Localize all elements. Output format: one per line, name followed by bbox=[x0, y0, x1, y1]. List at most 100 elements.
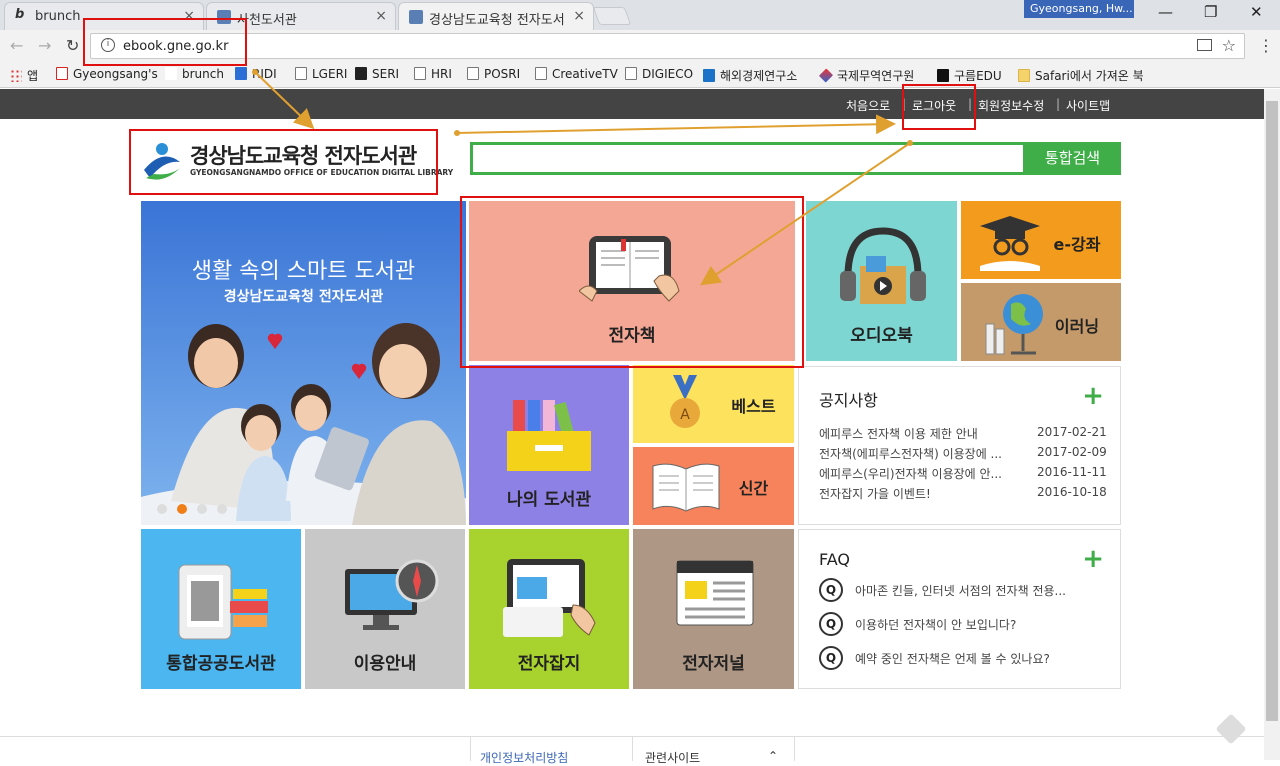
folder-icon bbox=[1018, 69, 1030, 82]
bookmark-seri[interactable]: SERI bbox=[355, 67, 399, 81]
emagazine-tile[interactable]: 전자잡지 bbox=[469, 529, 629, 689]
apps-grid-icon bbox=[10, 69, 22, 82]
carousel-dot[interactable] bbox=[197, 504, 207, 514]
bookmark-hri[interactable]: HRI bbox=[414, 67, 452, 81]
bookmark-posri[interactable]: POSRI bbox=[467, 67, 520, 81]
ejournal-tile[interactable]: 전자저널 bbox=[633, 529, 794, 689]
arrow-logo-to-logout bbox=[456, 114, 896, 135]
star-icon[interactable]: ☆ bbox=[1222, 36, 1236, 55]
search-input[interactable] bbox=[470, 142, 1026, 175]
profile-button[interactable]: Gyeongsang, Hw... bbox=[1024, 0, 1134, 18]
public-library-tile[interactable]: 통합공공도서관 bbox=[141, 529, 301, 689]
family-illustration bbox=[141, 323, 466, 525]
scrollbar-thumb[interactable] bbox=[1266, 101, 1278, 721]
bookmark-digieco[interactable]: DIGIECO bbox=[625, 67, 693, 81]
page-icon bbox=[535, 67, 547, 80]
bookmark-gyeongsang[interactable]: Gyeongsang's bbox=[56, 67, 158, 81]
hero-title: 생활 속의 스마트 도서관 bbox=[191, 259, 416, 284]
page-scrollbar[interactable] bbox=[1264, 89, 1280, 760]
ridi-icon bbox=[235, 67, 247, 80]
bookmark-brunch[interactable]: brunch bbox=[165, 67, 224, 81]
search-button[interactable]: 통합검색 bbox=[1024, 142, 1121, 175]
bookmark-creativetv[interactable]: CreativeTV bbox=[535, 67, 618, 81]
carousel-dot[interactable] bbox=[157, 504, 167, 514]
home-link[interactable]: 처음으로 bbox=[846, 97, 890, 114]
q-badge-icon: Q bbox=[819, 646, 843, 670]
page-icon bbox=[414, 67, 426, 80]
best-tile[interactable]: A 베스트 bbox=[633, 365, 794, 443]
my-library-label: 나의 도서관 bbox=[506, 490, 592, 510]
guide-tile[interactable]: 이용안내 bbox=[305, 529, 465, 689]
site-footer: 개인정보처리방침 관련사이트 ⌃ bbox=[0, 736, 1264, 765]
emagazine-label: 전자잡지 bbox=[517, 654, 581, 674]
brunch-icon: b bbox=[15, 7, 25, 22]
page-icon bbox=[409, 10, 423, 24]
bookmark-gureum-edu[interactable]: 구름EDU bbox=[937, 67, 1002, 84]
annotation-box-url bbox=[83, 18, 247, 66]
edit-profile-link[interactable]: 회원정보수정 bbox=[978, 97, 1044, 114]
bookmark-lgeri[interactable]: LGERI bbox=[295, 67, 347, 81]
minimize-icon[interactable]: — bbox=[1158, 3, 1173, 21]
carousel-dot-active[interactable] bbox=[177, 504, 187, 514]
privacy-policy-link[interactable]: 개인정보처리방침 bbox=[480, 749, 568, 766]
sitemap-link[interactable]: 사이트맵 bbox=[1066, 97, 1110, 114]
bookmark-overseas-econ[interactable]: 해외경제연구소 bbox=[703, 67, 797, 84]
notice-title: 공지사항 bbox=[819, 391, 878, 410]
chevron-up-icon[interactable]: ⌃ bbox=[768, 749, 778, 763]
annotation-box-logout bbox=[902, 84, 976, 130]
faq-more-icon[interactable]: + bbox=[1082, 544, 1104, 574]
compass-monitor-icon bbox=[345, 559, 439, 630]
back-icon[interactable]: ← bbox=[10, 36, 23, 55]
footer-divider bbox=[632, 737, 633, 761]
forward-icon[interactable]: → bbox=[38, 36, 51, 55]
tablet-books-icon bbox=[178, 564, 268, 640]
red-bookmark-icon bbox=[56, 67, 68, 80]
faq-title: FAQ bbox=[819, 550, 850, 569]
bookmarks-bar: 앱 Gyeongsang's brunch RIDI LGERI SERI HR… bbox=[0, 63, 1280, 88]
seri-icon bbox=[355, 67, 367, 80]
footer-divider bbox=[794, 737, 795, 761]
address-bar[interactable]: i ebook.gne.go.kr ☆ bbox=[90, 33, 1245, 59]
carousel-dot[interactable] bbox=[217, 504, 227, 514]
bookmark-ridi[interactable]: RIDI bbox=[235, 67, 277, 81]
tab-gne-ebook[interactable]: 경상남도교육청 전자도서 × bbox=[398, 2, 594, 30]
tab-label: brunch bbox=[35, 9, 81, 24]
footer-divider bbox=[470, 737, 471, 761]
elearning-tile[interactable]: 이러닝 bbox=[961, 283, 1121, 361]
tab-label: 경상남도교육청 전자도서 bbox=[429, 13, 565, 28]
notice-panel: 공지사항 + 에피루스 전자책 이용 제한 안내 2017-02-21 전자책(에… bbox=[798, 366, 1121, 525]
related-sites-select[interactable]: 관련사이트 bbox=[645, 749, 700, 766]
faq-panel: FAQ + Q 아마존 킨들, 인터넷 서점의 전자책 전용... Q 이용하던 전… bbox=[798, 529, 1121, 689]
diamond-icon bbox=[818, 68, 834, 83]
my-library-tile[interactable]: 나의 도서관 bbox=[469, 365, 629, 525]
close-window-icon[interactable]: ✕ bbox=[1250, 3, 1263, 21]
notice-more-icon[interactable]: + bbox=[1082, 381, 1104, 411]
separator: | bbox=[1056, 97, 1061, 111]
headphones-icon bbox=[840, 227, 926, 304]
menu-icon[interactable]: ⋮ bbox=[1258, 36, 1274, 55]
blocked-popup-icon[interactable] bbox=[1197, 39, 1212, 51]
q-badge-icon: Q bbox=[819, 612, 843, 636]
electure-tile[interactable]: e-강좌 bbox=[961, 201, 1121, 279]
public-library-label: 통합공공도서관 bbox=[166, 654, 276, 674]
close-icon[interactable]: × bbox=[375, 8, 387, 24]
guide-label: 이용안내 bbox=[353, 654, 417, 674]
reload-icon[interactable]: ↻ bbox=[66, 36, 79, 55]
new-tile[interactable]: 신간 bbox=[633, 447, 794, 525]
page-icon bbox=[467, 67, 479, 80]
new-tab-button[interactable] bbox=[592, 7, 632, 25]
browser-window-icon bbox=[676, 560, 754, 626]
audiobook-tile[interactable]: 오디오북 bbox=[806, 201, 957, 361]
annotation-box-ebook bbox=[460, 196, 804, 368]
bookmark-apps[interactable]: 앱 bbox=[10, 67, 38, 84]
best-label: 베스트 bbox=[731, 397, 776, 416]
new-label: 신간 bbox=[738, 479, 769, 498]
hero-banner[interactable]: 생활 속의 스마트 도서관 경상남도교육청 전자도서관 bbox=[141, 201, 466, 525]
brunch-icon bbox=[165, 67, 177, 80]
maximize-icon[interactable]: ❐ bbox=[1204, 3, 1217, 21]
bookmark-trade-institute[interactable]: 국제무역연구원 bbox=[818, 67, 914, 84]
gureum-icon bbox=[937, 69, 949, 82]
close-icon[interactable]: × bbox=[573, 8, 585, 24]
site-top-bar: 처음으로 | 로그아웃 | 회원정보수정 | 사이트맵 bbox=[0, 89, 1264, 119]
bookmark-safari-import[interactable]: Safari에서 가져온 북 bbox=[1018, 67, 1144, 84]
